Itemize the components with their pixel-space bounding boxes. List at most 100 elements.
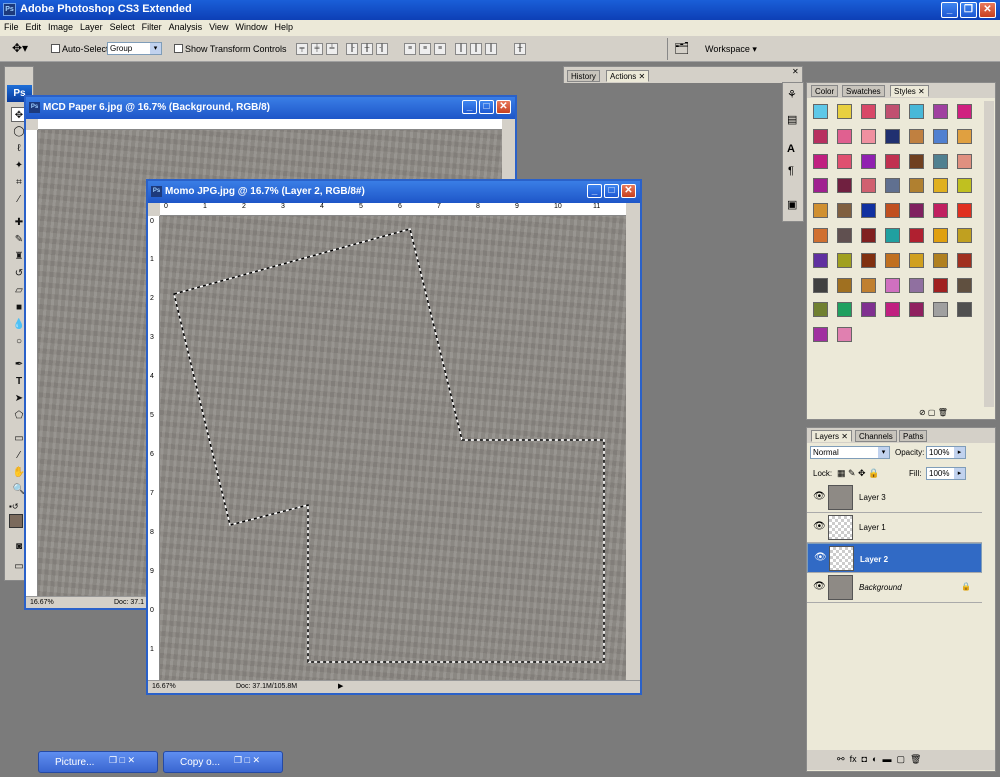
style-swatch[interactable] <box>885 203 900 219</box>
delete-layer-icon[interactable]: 🗑 <box>910 754 921 764</box>
style-swatch[interactable] <box>861 228 876 243</box>
distribute-hcenter-icon[interactable]: ║ <box>470 43 482 55</box>
style-swatch[interactable] <box>933 228 948 243</box>
style-swatch[interactable] <box>861 104 876 119</box>
doc2-minimize-button[interactable]: _ <box>587 184 602 198</box>
style-swatch[interactable] <box>813 203 828 219</box>
foreground-color-swatch[interactable] <box>9 514 23 528</box>
layer-row-layer-1[interactable]: 👁 Layer 1 <box>807 513 982 543</box>
workspace-button[interactable]: Workspace ▾ <box>705 44 757 55</box>
style-swatch[interactable] <box>837 178 852 194</box>
align-left-icon[interactable]: ╟ <box>346 43 358 55</box>
tab-actions[interactable]: Actions ✕ <box>606 70 650 82</box>
character-icon[interactable]: A <box>787 143 795 155</box>
eye-icon[interactable]: 👁 <box>813 581 826 593</box>
info-icon[interactable]: ▤ <box>787 113 797 126</box>
style-swatch[interactable] <box>861 128 876 144</box>
doc2-title-bar[interactable]: Ps Momo JPG.jpg @ 16.7% (Layer 2, RGB/8#… <box>148 181 640 203</box>
menu-select[interactable]: Select <box>106 20 138 32</box>
style-swatch[interactable] <box>813 252 828 268</box>
menu-layer[interactable]: Layer <box>76 20 106 32</box>
distribute-right-icon[interactable]: ║ <box>485 43 497 55</box>
layer-comps-icon[interactable]: ▣ <box>787 198 797 211</box>
tab-paths[interactable]: Paths <box>899 430 928 442</box>
bridge-icon[interactable]: 🗂 <box>674 41 689 55</box>
distribute-top-icon[interactable]: ≡ <box>404 43 416 55</box>
style-swatch[interactable] <box>885 153 900 169</box>
style-swatch[interactable] <box>957 104 972 119</box>
new-group-icon[interactable]: ▬ <box>883 754 892 764</box>
style-swatch[interactable] <box>861 252 876 268</box>
layer-row-background[interactable]: 👁 Background 🔒 <box>807 573 982 603</box>
auto-select-dropdown[interactable]: Group ▾ <box>107 42 162 55</box>
style-swatch[interactable] <box>909 128 924 144</box>
adjustment-layer-icon[interactable]: ◐ <box>872 754 877 764</box>
style-swatch[interactable] <box>909 277 924 293</box>
style-swatch[interactable] <box>957 203 972 219</box>
style-swatch[interactable] <box>813 327 828 343</box>
style-swatch[interactable] <box>885 228 900 243</box>
style-swatch[interactable] <box>885 178 900 194</box>
distribute-bottom-icon[interactable]: ≡ <box>434 43 446 55</box>
style-swatch[interactable] <box>933 153 948 169</box>
style-swatch[interactable] <box>933 104 948 119</box>
style-swatch[interactable] <box>837 277 852 293</box>
menu-filter[interactable]: Filter <box>138 20 165 32</box>
menu-file[interactable]: File <box>0 20 22 32</box>
style-swatch[interactable] <box>933 252 948 268</box>
style-swatch[interactable] <box>885 302 900 318</box>
menu-help[interactable]: Help <box>270 20 296 32</box>
style-swatch[interactable] <box>933 128 948 144</box>
doc2-vertical-scrollbar[interactable] <box>626 216 640 680</box>
minimize-button[interactable]: _ <box>941 2 958 18</box>
style-swatch[interactable] <box>957 277 972 293</box>
align-bottom-icon[interactable]: ╧ <box>326 43 338 55</box>
doc1-zoom[interactable]: 16.67% <box>30 599 54 606</box>
style-swatch[interactable] <box>957 302 972 318</box>
eye-icon[interactable]: 👁 <box>813 521 826 533</box>
window-controls-icon[interactable]: ❐ □ ✕ <box>234 755 260 766</box>
menu-edit[interactable]: Edit <box>22 20 45 32</box>
menu-view[interactable]: View <box>205 20 231 32</box>
style-swatch[interactable] <box>837 302 852 318</box>
style-swatch[interactable] <box>909 203 924 219</box>
show-transform-checkbox[interactable] <box>174 44 183 53</box>
style-swatch[interactable] <box>933 178 948 194</box>
style-swatch[interactable] <box>909 153 924 169</box>
style-swatch[interactable] <box>957 178 972 194</box>
fill-field[interactable]: 100% ▸ <box>926 467 966 480</box>
menu-analysis[interactable]: Analysis <box>165 20 206 32</box>
tab-channels[interactable]: Channels <box>855 430 897 442</box>
document-window-momo[interactable]: Ps Momo JPG.jpg @ 16.7% (Layer 2, RGB/8#… <box>146 179 642 695</box>
doc2-canvas[interactable] <box>160 216 626 680</box>
styles-footer-icons[interactable]: ⊘ ▢ 🗑 <box>919 408 948 417</box>
close-icon[interactable]: ✕ <box>792 67 799 76</box>
style-swatch[interactable] <box>909 228 924 243</box>
minimized-doc-copy[interactable]: Copy o... ❐ □ ✕ <box>163 751 283 773</box>
style-swatch[interactable] <box>861 302 876 318</box>
menu-image[interactable]: Image <box>44 20 76 32</box>
style-swatch[interactable] <box>813 228 828 243</box>
link-layers-icon[interactable]: ⚯ <box>837 754 845 764</box>
distribute-vcenter-icon[interactable]: ≡ <box>419 43 431 55</box>
style-swatch[interactable] <box>837 128 852 144</box>
close-button[interactable]: ✕ <box>979 2 996 18</box>
align-top-icon[interactable]: ╤ <box>296 43 308 55</box>
align-vcenter-icon[interactable]: ╪ <box>311 43 323 55</box>
style-swatch[interactable] <box>837 203 852 219</box>
auto-align-icon[interactable]: ╫ <box>514 43 526 55</box>
style-swatch[interactable] <box>813 128 828 144</box>
doc1-maximize-button[interactable]: □ <box>479 100 494 114</box>
style-swatch[interactable] <box>909 252 924 268</box>
doc1-title-bar[interactable]: Ps MCD Paper 6.jpg @ 16.7% (Background, … <box>26 97 515 119</box>
style-swatch[interactable] <box>885 252 900 268</box>
window-controls-icon[interactable]: ❐ □ ✕ <box>109 755 135 766</box>
tab-styles[interactable]: Styles ✕ <box>890 85 929 97</box>
style-swatch[interactable] <box>957 128 972 144</box>
selection-marquee[interactable] <box>160 216 626 680</box>
status-arrow-icon[interactable]: ▶ <box>338 682 343 690</box>
style-swatch[interactable] <box>885 277 900 293</box>
layer-mask-icon[interactable]: ◘ <box>862 754 867 764</box>
doc2-zoom[interactable]: 16.67% <box>152 683 176 690</box>
style-swatch[interactable] <box>909 302 924 318</box>
